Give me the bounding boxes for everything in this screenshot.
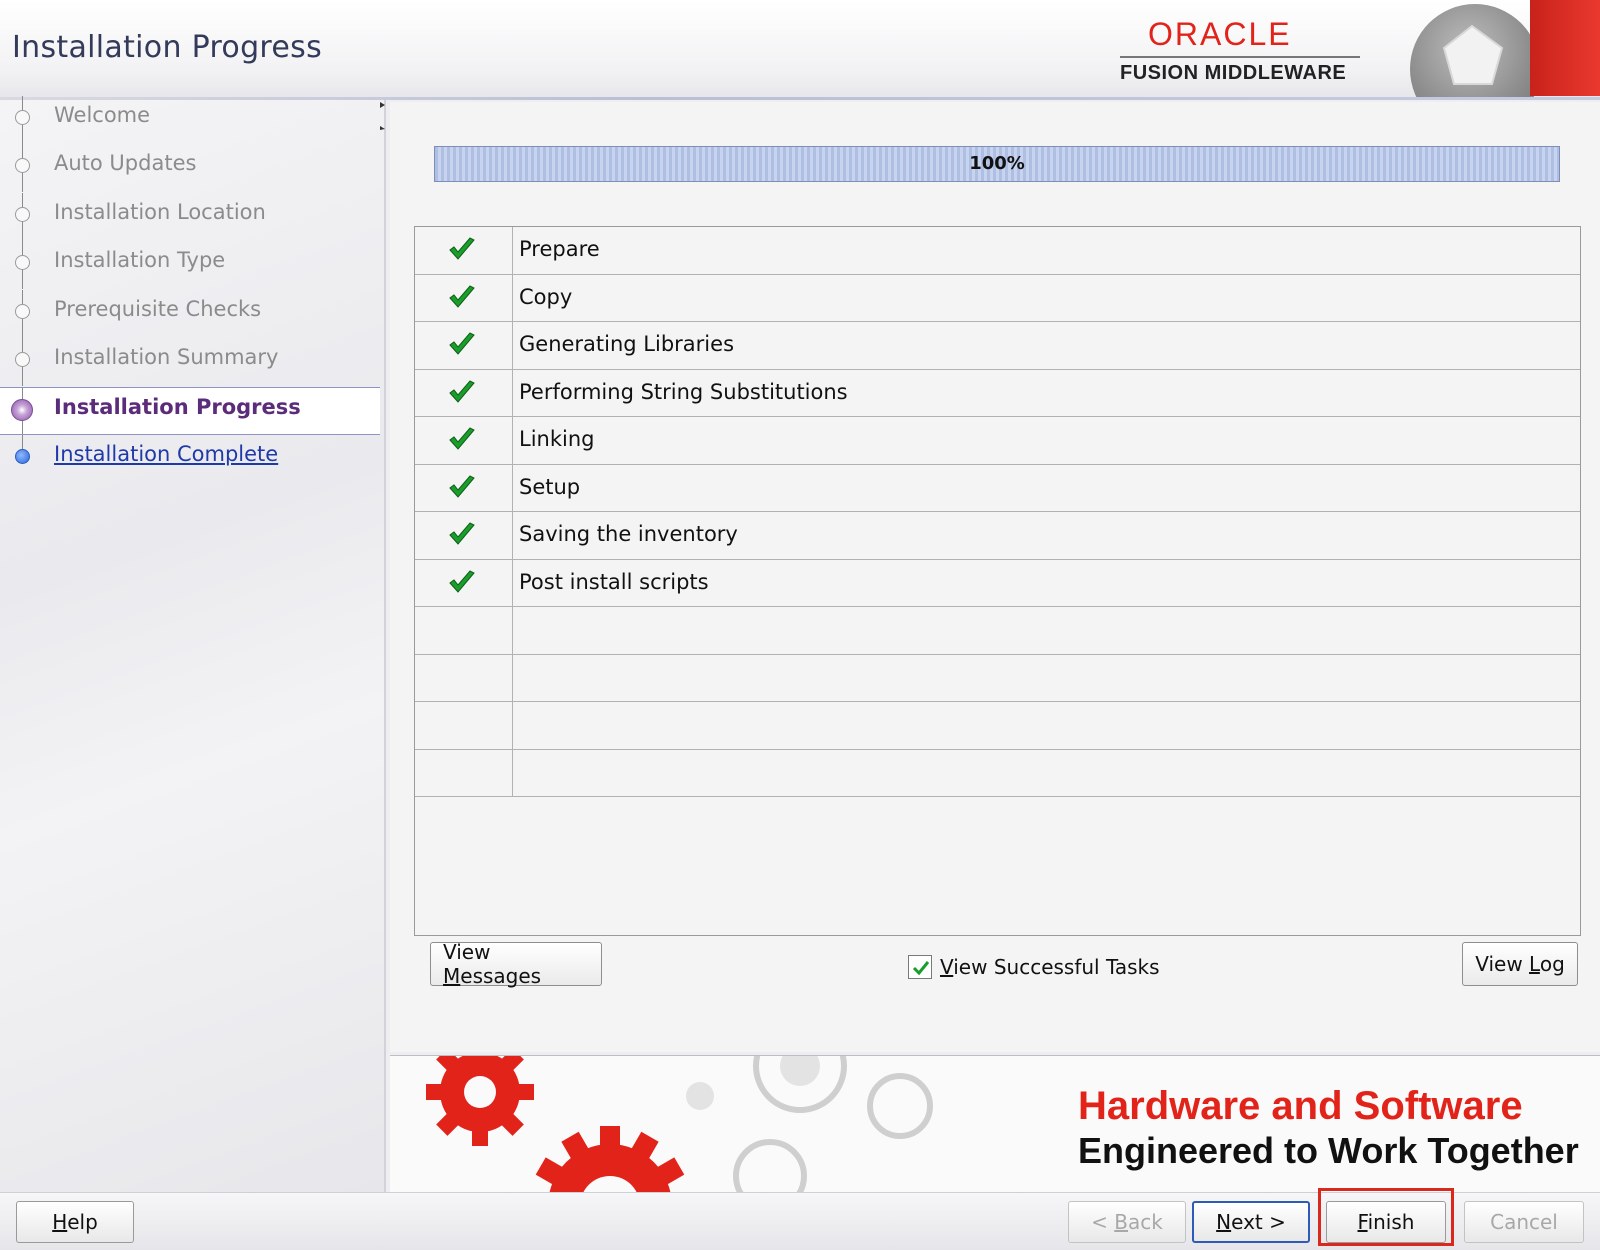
task-row[interactable]: Post install scripts [415,559,1580,607]
oracle-logo-brand: ORACLE [1148,16,1292,52]
oracle-logo-product: FUSION MIDDLEWARE [1120,62,1347,84]
help-button[interactable]: Help [16,1201,134,1243]
view-successful-tasks-toggle[interactable]: View Successful Tasks [908,950,1160,984]
step-indicator-icon [15,352,30,367]
task-row[interactable]: Copy [415,274,1580,322]
task-status-cell [415,417,513,464]
task-row[interactable] [415,702,1580,750]
current-step-indicator-icon [11,399,33,421]
fusion-emblem-icon [1410,4,1540,100]
task-list-table: Prepare Copy Generating Libraries Performin… [414,226,1581,936]
sidebar-step-label: Welcome [54,103,151,127]
sidebar-step-installation-complete[interactable]: Installation Complete [0,435,380,483]
wizard-steps-sidebar: Welcome Auto Updates Installation Locati… [0,96,386,1192]
step-indicator-icon [15,304,30,319]
view-messages-label: View Messages [443,940,542,988]
sidebar-step-installation-location[interactable]: Installation Location [0,193,380,241]
task-label: Saving the inventory [519,522,738,546]
view-messages-button[interactable]: View Messages [430,940,602,988]
header: Installation Progress ORACLE FUSION MIDD… [0,0,1600,100]
sidebar-step-label: Prerequisite Checks [54,297,262,321]
task-status-cell [415,322,513,369]
sidebar-step-installation-summary[interactable]: Installation Summary [0,338,380,386]
cancel-button[interactable]: Cancel [1464,1201,1584,1243]
task-label: Linking [519,427,595,451]
cancel-button-label: Cancel [1490,1210,1558,1234]
sidebar-step-label: Installation Summary [54,345,279,369]
next-button[interactable]: Next > [1192,1201,1310,1243]
logo-divider [1120,56,1360,58]
step-indicator-icon [15,207,30,222]
sidebar-step-label: Installation Type [54,248,226,272]
sidebar-step-label: Installation Location [54,200,266,224]
check-icon [449,284,475,308]
sidebar-step-installation-progress[interactable]: Installation Progress [0,387,380,435]
sidebar-step-label: Installation Complete [54,442,279,466]
task-status-cell [415,559,513,606]
task-label: Setup [519,474,581,499]
task-status-cell [415,654,513,701]
task-row[interactable] [415,607,1580,655]
task-status-cell [415,274,513,321]
header-red-accent [1530,0,1600,96]
main-panel: 100% Prepare Copy Generating Libraries Perf… [390,102,1600,1052]
sidebar-step-label: Auto Updates [54,151,197,175]
sidebar-step-installation-type[interactable]: Installation Type [0,241,380,289]
task-row[interactable]: Performing String Substitutions [415,369,1580,417]
page-title: Installation Progress [12,30,323,65]
task-row[interactable]: Generating Libraries [415,322,1580,370]
task-row[interactable] [415,749,1580,797]
next-step-indicator-icon [15,449,30,464]
task-label: Performing String Substitutions [519,379,848,404]
check-icon [449,379,475,403]
check-icon [449,427,475,450]
sidebar-step-prerequisite-checks[interactable]: Prerequisite Checks [0,290,380,338]
view-successful-tasks-checkbox[interactable] [908,955,932,979]
sidebar-step-auto-updates[interactable]: Auto Updates [0,144,380,192]
task-status-cell [415,512,513,559]
back-button-label: < Back [1091,1210,1163,1234]
help-button-label: Help [52,1210,98,1234]
task-label: Prepare [519,237,600,261]
back-button[interactable]: < Back [1068,1201,1186,1243]
task-row[interactable]: Prepare [415,227,1580,275]
check-icon [449,474,475,498]
task-label: Generating Libraries [519,332,735,356]
progress-percent-label: 100% [969,153,1025,174]
task-row[interactable]: Linking [415,417,1580,465]
next-button-label: Next > [1216,1210,1286,1234]
promo-banner: Hardware and Software Engineered to Work… [390,1055,1600,1193]
task-row[interactable] [415,654,1580,702]
view-successful-tasks-label: View Successful Tasks [940,955,1160,979]
gears-graphic [426,1056,933,1193]
view-log-button[interactable]: View Log [1462,942,1578,986]
banner-headline: Hardware and Software [1078,1084,1523,1128]
oracle-logo: ORACLE FUSION MIDDLEWARE [1120,16,1370,88]
view-log-label: View Log [1475,952,1565,976]
banner-subheadline: Engineered to Work Together [1078,1130,1579,1171]
task-status-cell [415,369,513,416]
installation-progress-bar: 100% [434,146,1560,182]
task-label: Post install scripts [519,569,709,594]
check-icon [449,237,475,260]
step-indicator-icon [15,110,30,125]
check-icon [449,332,475,355]
finish-button-highlight [1318,1188,1454,1246]
sidebar-resize-handle[interactable] [380,100,385,130]
sidebar-step-welcome[interactable]: Welcome [0,96,380,144]
task-label: Copy [519,284,573,309]
task-row[interactable]: Setup [415,464,1580,512]
task-status-cell [415,607,513,654]
task-status-cell [415,702,513,749]
check-icon [449,522,475,545]
task-status-cell [415,749,513,796]
checkbox-check-icon [912,961,930,976]
step-indicator-icon [15,158,30,173]
check-icon [449,569,475,593]
sidebar-step-label: Installation Progress [54,395,301,419]
task-status-cell [415,227,513,274]
step-indicator-icon [15,255,30,270]
task-row[interactable]: Saving the inventory [415,512,1580,560]
task-status-cell [415,464,513,511]
